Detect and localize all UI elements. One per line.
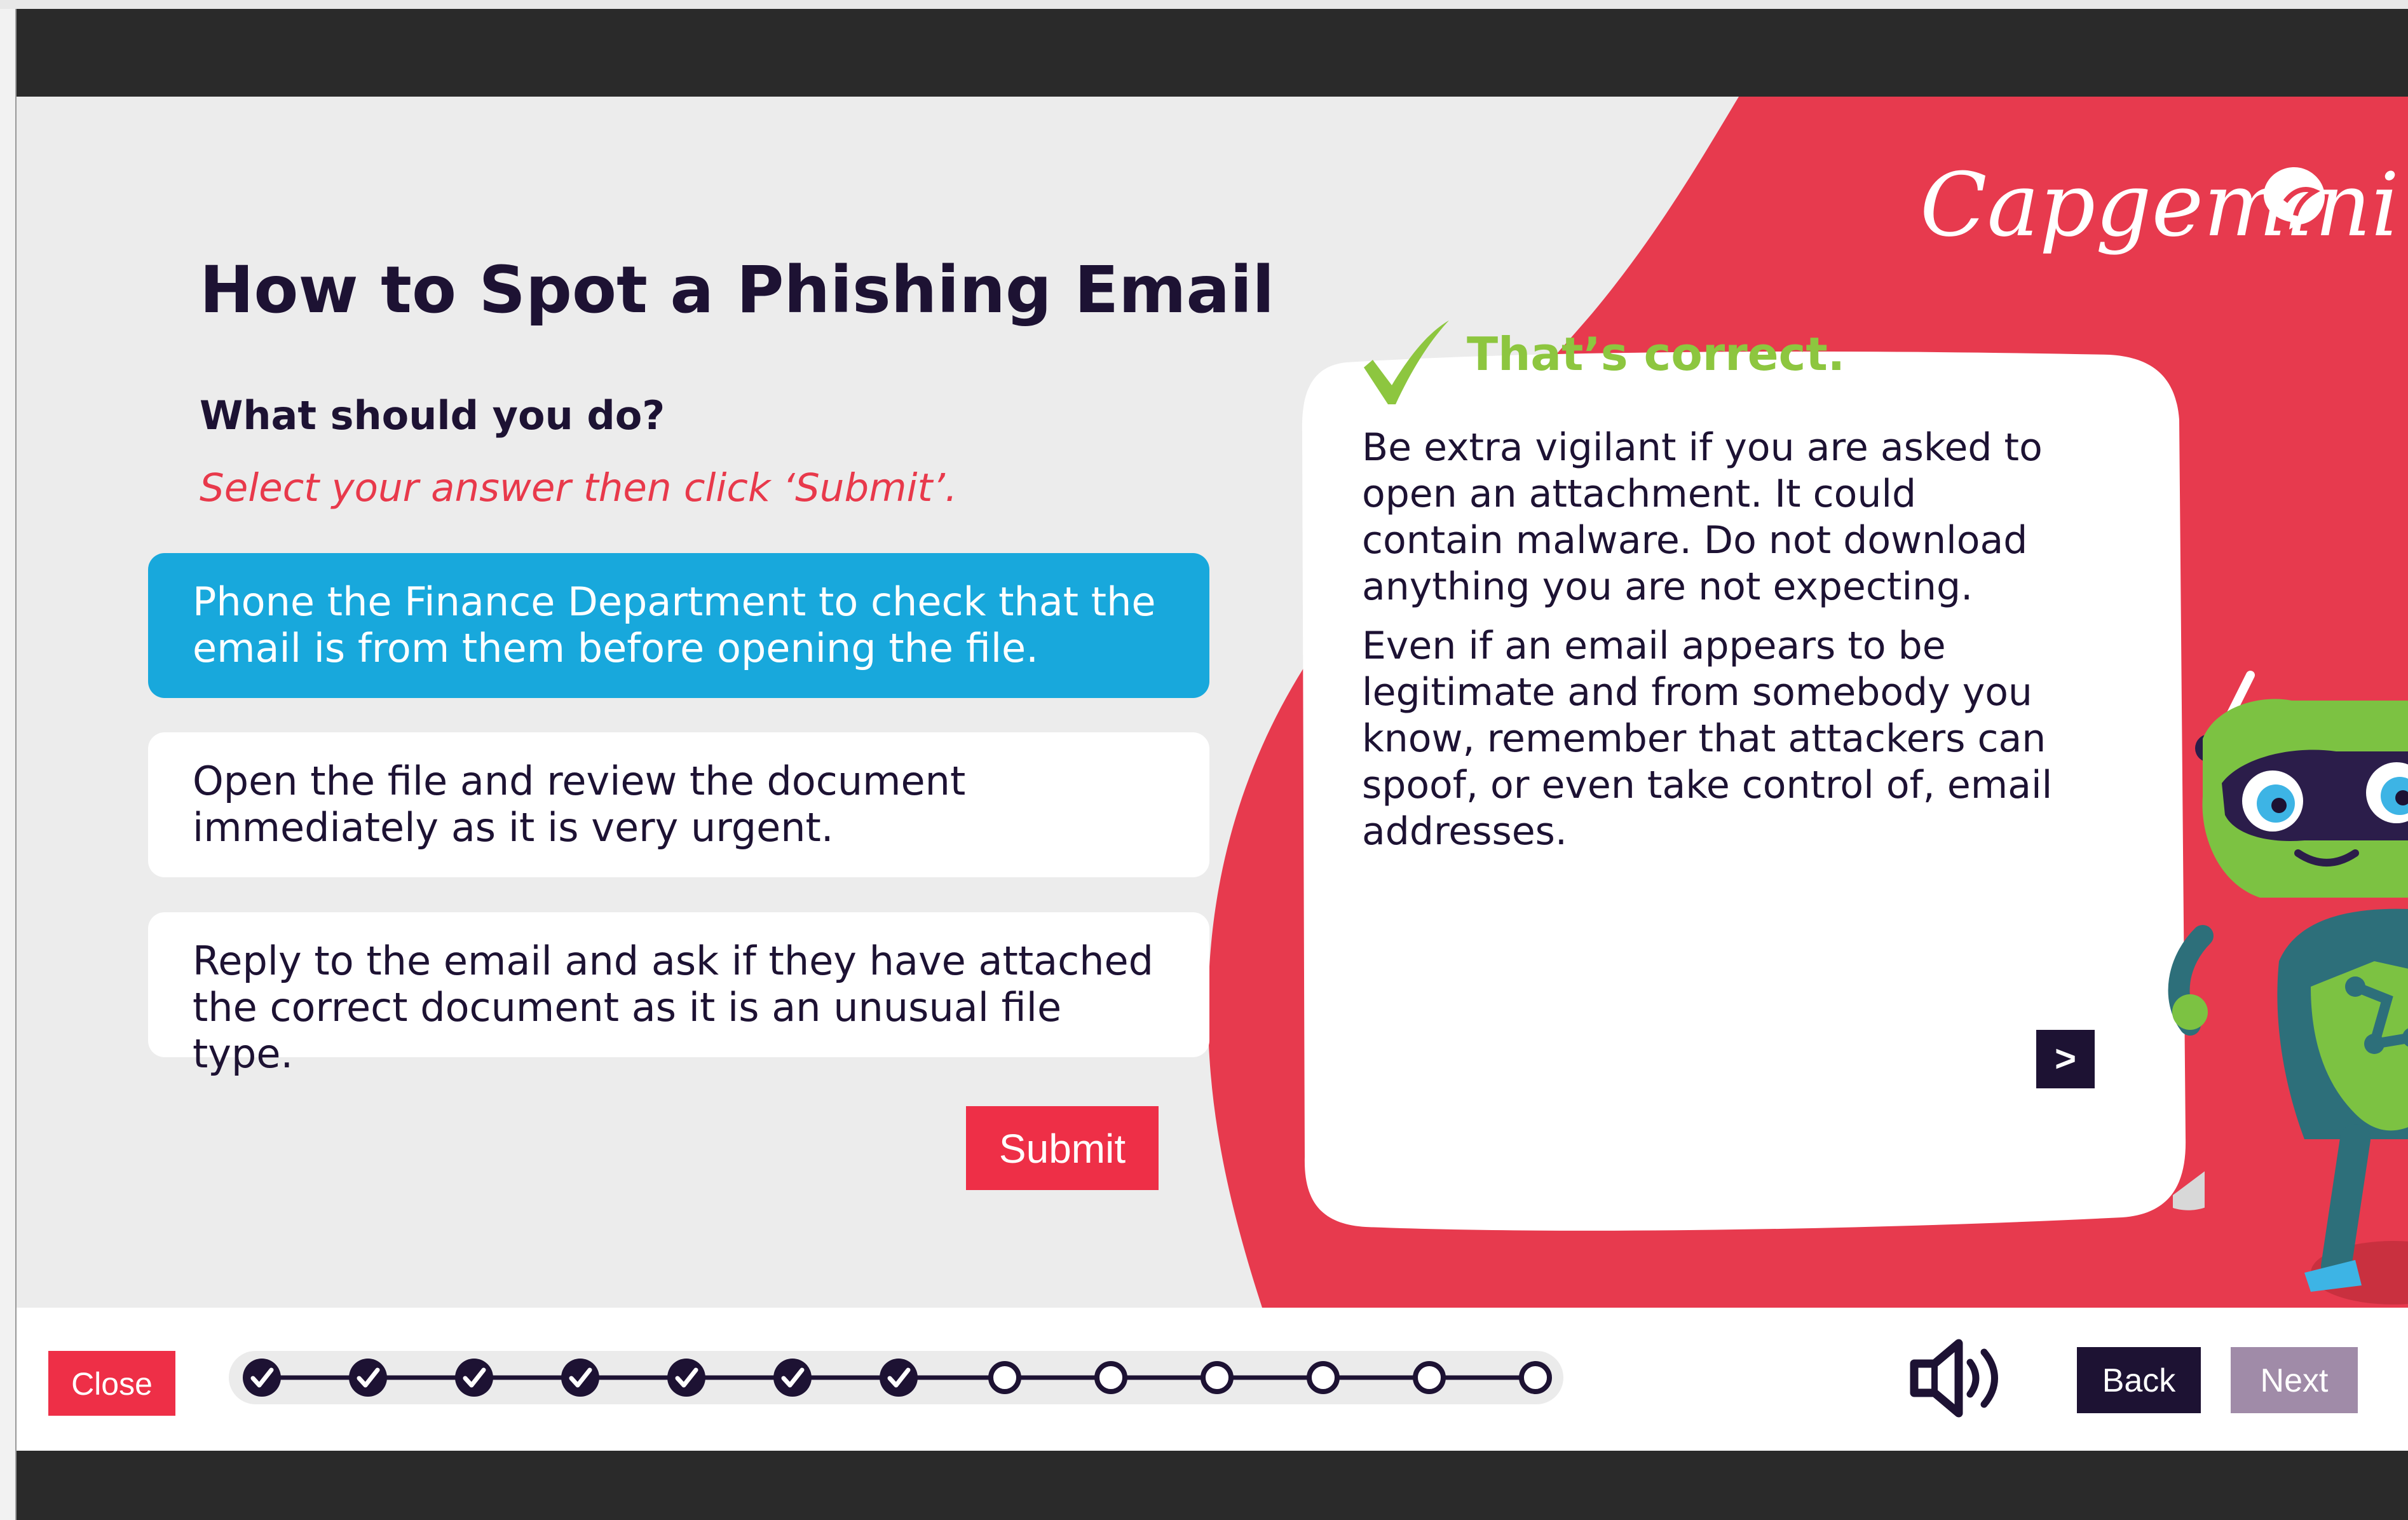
progress-step-complete-icon: [880, 1359, 918, 1397]
instruction-text: Select your answer then click ‘Submit’.: [200, 465, 958, 510]
progress-step-pending-icon: [1307, 1361, 1340, 1394]
submit-button[interactable]: Submit: [966, 1106, 1159, 1190]
progress-step-pending-icon: [1413, 1361, 1446, 1394]
progress-step-complete-icon: [243, 1359, 281, 1397]
spade-icon: [2264, 167, 2325, 229]
progress-step-complete-icon: [667, 1359, 705, 1397]
question-text: What should you do?: [200, 392, 665, 439]
answer-option-label: Reply to the email and ask if they have …: [193, 938, 1154, 1077]
answer-option-3[interactable]: Reply to the email and ask if they have …: [148, 912, 1209, 1077]
speaker-icon[interactable]: [1905, 1337, 2001, 1420]
checkmark-icon: [1364, 320, 1449, 404]
window-top-edge: [0, 0, 2408, 9]
answer-option-2[interactable]: Open the file and review the document im…: [148, 732, 1209, 877]
robot-mascot: [2168, 671, 2408, 1304]
feedback-paragraph-1: Be extra vigilant if you are asked to op…: [1362, 425, 2043, 609]
feedback-continue-button[interactable]: >: [2036, 1030, 2095, 1088]
progress-step-complete-icon: [561, 1359, 599, 1397]
player-footer: [17, 1451, 2408, 1520]
window-left-edge: [0, 9, 17, 1520]
next-button[interactable]: Next: [2231, 1347, 2358, 1413]
feedback-heading: That’s correct.: [1467, 327, 1846, 381]
progress-step-pending-icon: [1094, 1361, 1127, 1394]
page-title: How to Spot a Phishing Email: [200, 252, 1275, 328]
back-button[interactable]: Back: [2077, 1347, 2201, 1413]
progress-step-complete-icon: [349, 1359, 387, 1397]
player-top-bar: [17, 9, 2408, 97]
progress-step-pending-icon: [988, 1361, 1021, 1394]
progress-step-pending-icon: [1201, 1361, 1234, 1394]
progress-tracker: [229, 1351, 1563, 1404]
answer-option-label: Open the file and review the document im…: [193, 758, 966, 851]
progress-step-complete-icon: [455, 1359, 493, 1397]
feedback-paragraph-2: Even if an email appears to be legitimat…: [1362, 624, 2053, 854]
answer-option-1[interactable]: Phone the Finance Department to check th…: [148, 553, 1209, 698]
close-button[interactable]: Close: [48, 1351, 175, 1416]
answer-option-label: Phone the Finance Department to check th…: [193, 579, 1156, 671]
progress-step-complete-icon: [773, 1359, 812, 1397]
progress-step-pending-icon: [1519, 1361, 1552, 1394]
